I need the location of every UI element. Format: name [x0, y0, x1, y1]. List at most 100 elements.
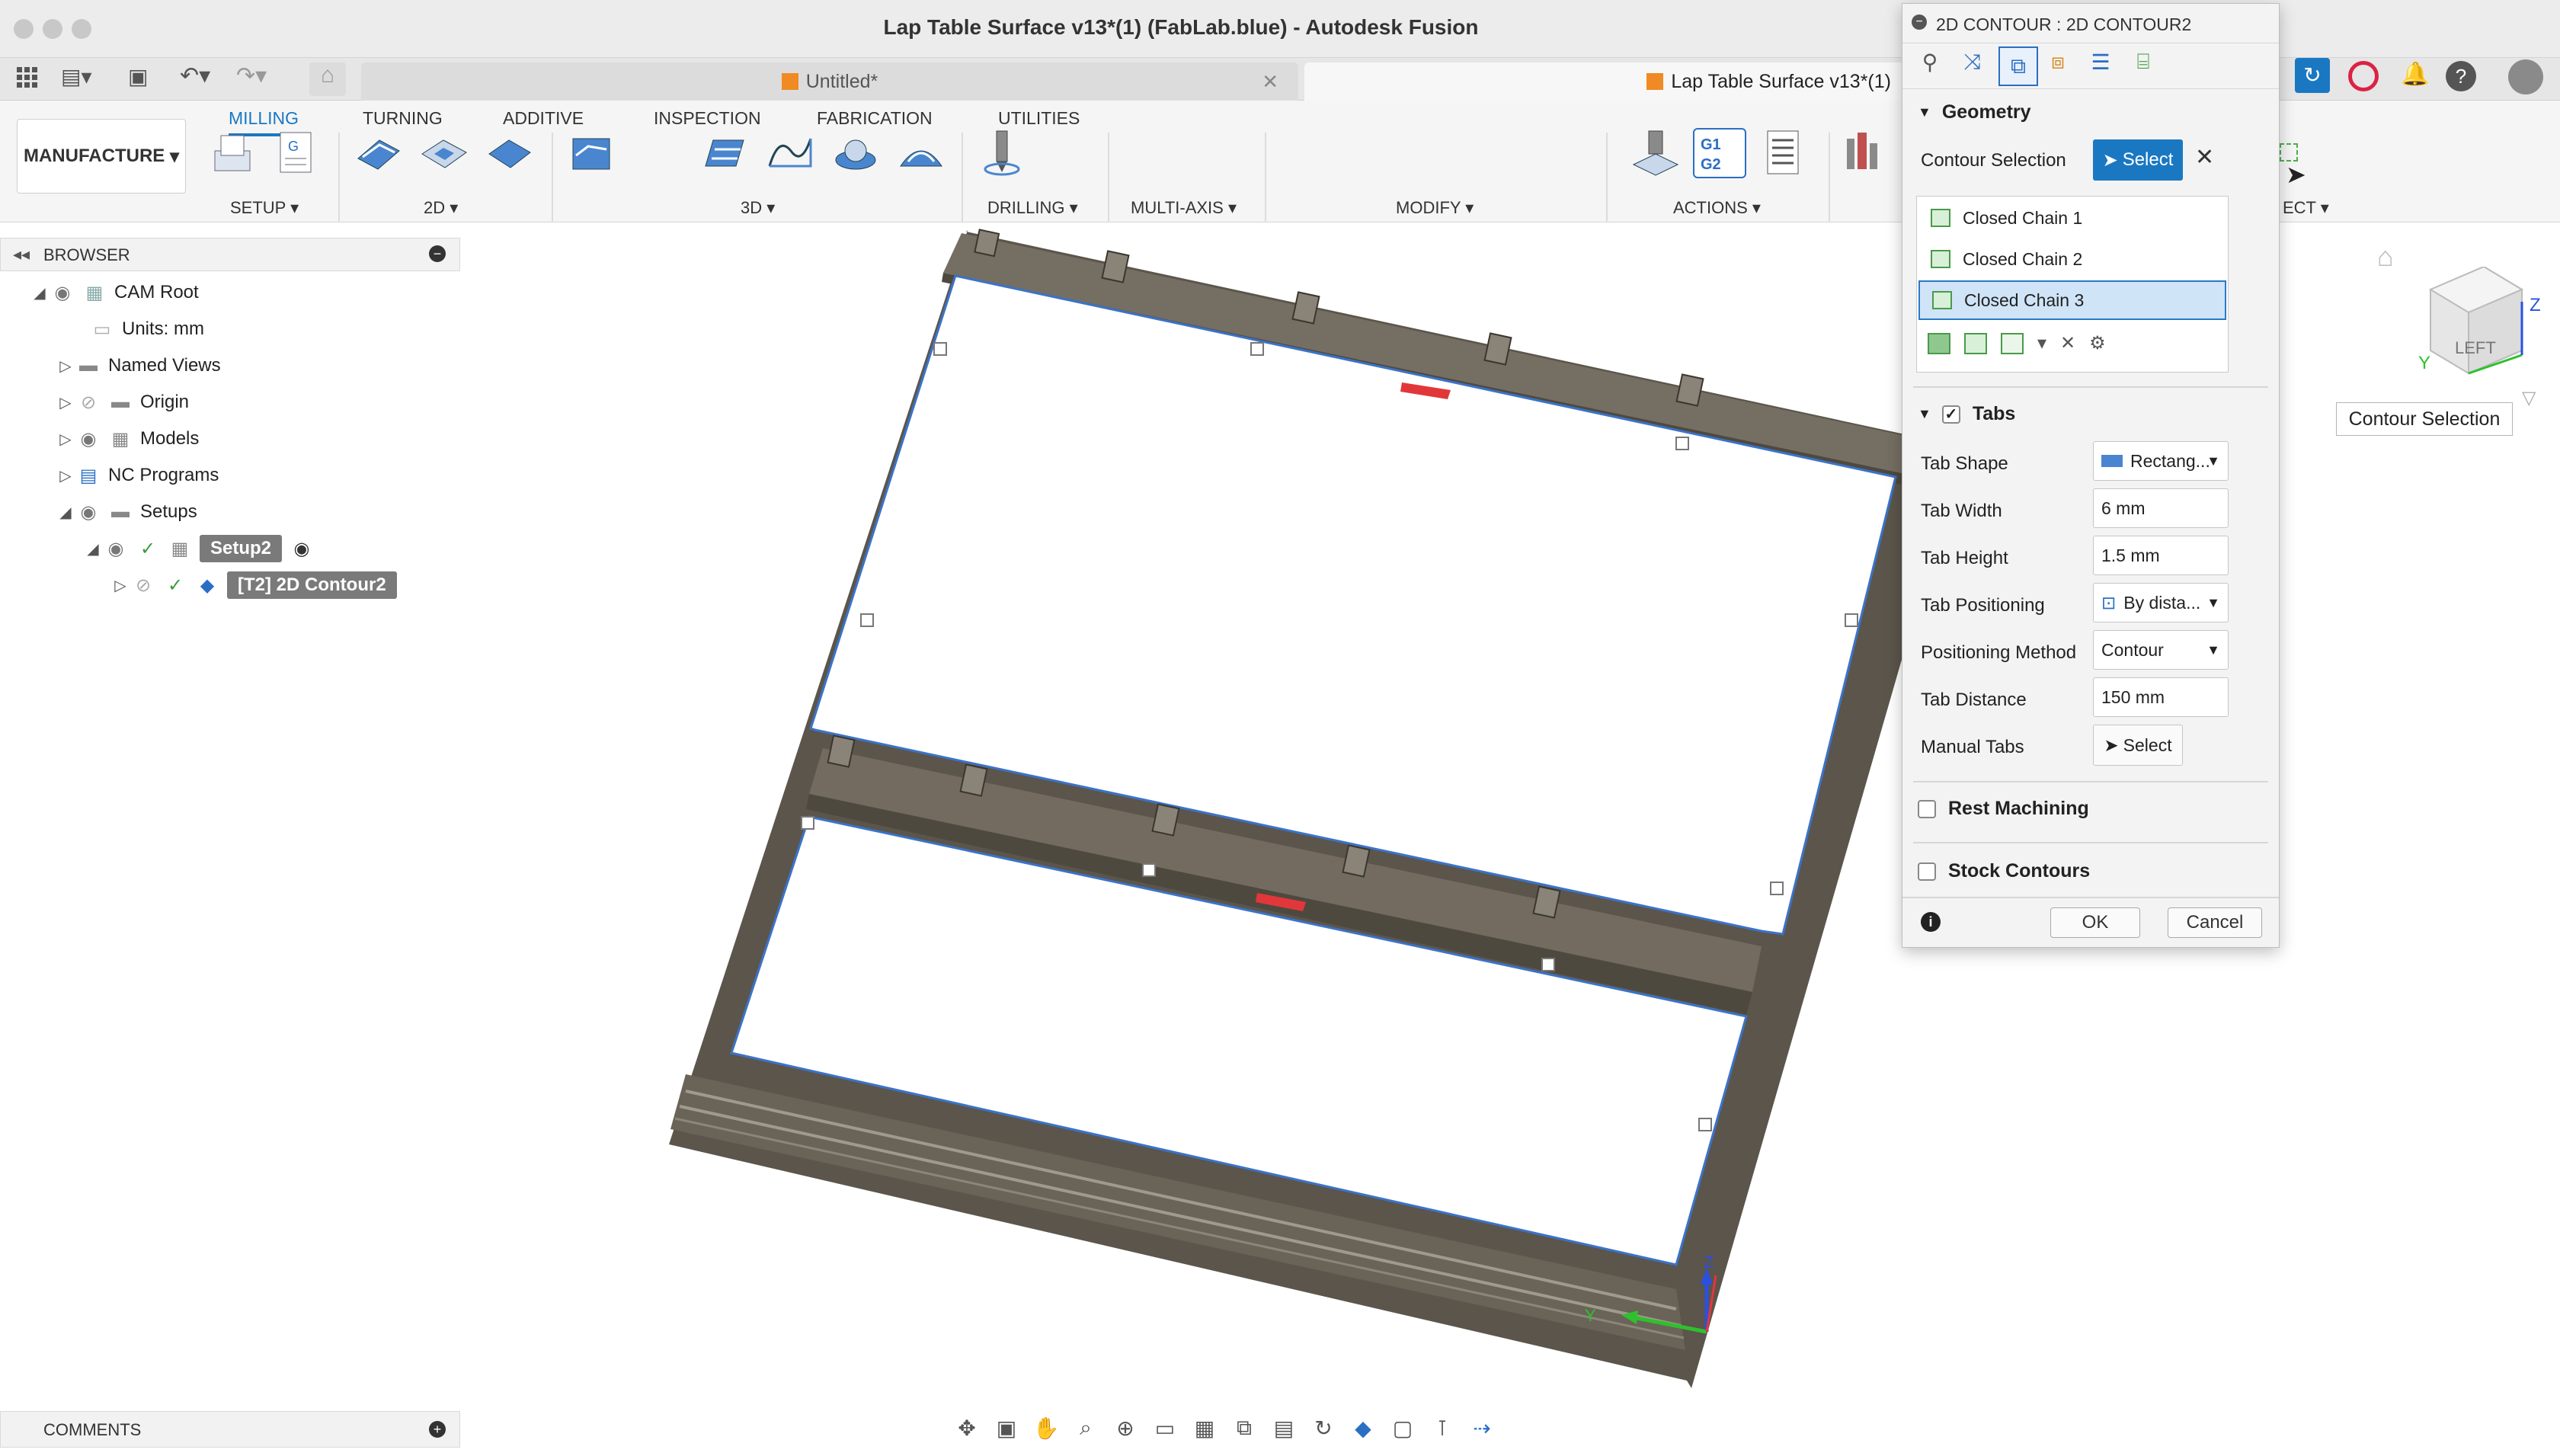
tab-utilities[interactable]: UTILITIES: [998, 108, 1080, 129]
display-settings-icon[interactable]: ▭: [1150, 1413, 1179, 1442]
rotate-icon[interactable]: ↻: [1309, 1413, 1338, 1442]
camera-icon[interactable]: ▢: [1388, 1413, 1417, 1442]
add-chain-icon[interactable]: [1928, 332, 1950, 354]
browser-header[interactable]: ◂◂ BROWSER −: [0, 238, 460, 271]
geometry-tab-active-icon[interactable]: ⧉: [1998, 46, 2038, 86]
add-silhouette-icon[interactable]: [1964, 332, 1987, 354]
heights-tab-icon[interactable]: ⧈: [2041, 50, 2075, 83]
group-2d[interactable]: 2D ▾: [424, 198, 458, 218]
maximize-window-button[interactable]: [72, 19, 91, 39]
tree-item-origin[interactable]: ▷ ⊘ ▬ Origin: [55, 387, 189, 418]
tabs-checkbox[interactable]: ✓: [1941, 405, 1960, 424]
file-menu-icon[interactable]: ▤▾: [61, 64, 104, 91]
comments-panel-header[interactable]: COMMENTS +: [0, 1411, 460, 1448]
3d-radial-icon[interactable]: [829, 128, 882, 178]
passes-tab-icon[interactable]: ☰: [2084, 50, 2117, 83]
minimize-window-button[interactable]: [43, 19, 62, 39]
tool-tab-icon[interactable]: ⚲: [1913, 50, 1947, 83]
tab-distance-field[interactable]: 150 mm: [2093, 677, 2229, 717]
geometry-section-header[interactable]: ▼ Geometry: [1918, 101, 2031, 123]
section-analysis-icon[interactable]: ▤: [1269, 1413, 1298, 1442]
comments-add-icon[interactable]: +: [429, 1421, 446, 1438]
tab-positioning-select[interactable]: ⊡ By dista... ▼: [2093, 583, 2229, 622]
3d-scallop-icon[interactable]: [894, 128, 948, 178]
tree-item-named-views[interactable]: ▷ ▬ Named Views: [55, 350, 220, 381]
group-3d[interactable]: 3D ▾: [741, 198, 775, 218]
grid-icon[interactable]: ▦: [1190, 1413, 1219, 1442]
nc-program-icon[interactable]: G: [270, 128, 323, 178]
clear-selection-icon[interactable]: ✕: [2195, 144, 2214, 171]
browser-options-icon[interactable]: −: [429, 245, 446, 262]
pan-icon[interactable]: ✋: [1032, 1413, 1061, 1442]
expand-arrow-icon[interactable]: ▷: [55, 393, 76, 412]
post-process-icon[interactable]: G1 G2: [1693, 128, 1746, 178]
job-status-icon[interactable]: [2348, 61, 2379, 91]
cancel-button[interactable]: Cancel: [2168, 907, 2262, 938]
2d-pocket-icon[interactable]: [418, 128, 471, 178]
info-icon[interactable]: i: [1921, 912, 1941, 932]
avatar[interactable]: [2508, 59, 2543, 94]
stock-contours-checkbox[interactable]: [1918, 862, 1936, 881]
list-item-chain-2[interactable]: Closed Chain 2: [1917, 241, 2228, 277]
tab-inspection[interactable]: INSPECTION: [654, 108, 761, 129]
tab-turning[interactable]: TURNING: [363, 108, 443, 129]
tool-display-icon[interactable]: ⊺: [1428, 1413, 1457, 1442]
rest-machining-checkbox[interactable]: [1918, 799, 1936, 818]
stock-contours-header[interactable]: Stock Contours: [1918, 860, 2090, 882]
group-multi-axis[interactable]: MULTI-AXIS ▾: [1131, 198, 1237, 218]
tree-item-setup2[interactable]: ◢ ◉ ✓ ▦ Setup2 ◉: [82, 533, 322, 564]
group-setup[interactable]: SETUP ▾: [230, 198, 299, 218]
tree-item-nc-programs[interactable]: ▷ ▤ NC Programs: [55, 460, 219, 491]
tab-shape-select[interactable]: Rectang... ▼: [2093, 441, 2229, 481]
expand-arrow-icon[interactable]: ▷: [55, 357, 76, 376]
tab-height-field[interactable]: 1.5 mm: [2093, 536, 2229, 575]
simulate-icon[interactable]: [1629, 128, 1682, 178]
tree-item-models[interactable]: ▷ ◉ ▦ Models: [55, 424, 199, 454]
look-at-icon[interactable]: ▣: [992, 1413, 1021, 1442]
orbit-icon[interactable]: ✥: [952, 1413, 981, 1442]
notifications-icon[interactable]: 🔔: [2400, 61, 2430, 91]
drill-icon[interactable]: [975, 128, 1029, 178]
positioning-method-select[interactable]: Contour ▼: [2093, 630, 2229, 670]
manage-tool-library-icon[interactable]: [1841, 128, 1894, 178]
viewports-icon[interactable]: ⧉: [1230, 1413, 1259, 1442]
chain-dropdown-icon[interactable]: ▾: [2037, 332, 2046, 354]
expand-arrow-icon[interactable]: ▷: [110, 576, 131, 595]
eye-hidden-icon[interactable]: ⊘: [131, 574, 155, 596]
eye-icon[interactable]: ◉: [76, 428, 101, 450]
save-icon[interactable]: ▣: [128, 64, 155, 91]
3d-parallel-icon[interactable]: [763, 128, 817, 178]
help-icon[interactable]: ?: [2446, 61, 2476, 91]
collapse-arrow-icon[interactable]: ◢: [55, 503, 76, 522]
tab-additive[interactable]: ADDITIVE: [503, 108, 584, 129]
app-grid-icon[interactable]: [14, 64, 41, 91]
add-pocket-icon[interactable]: [2001, 332, 2024, 354]
tab-untitled[interactable]: Untitled* ✕: [361, 62, 1298, 101]
2d-contour-icon[interactable]: [483, 128, 536, 178]
linking-tab-icon[interactable]: ⌸: [2126, 50, 2160, 83]
ok-button[interactable]: OK: [2050, 907, 2140, 938]
list-item-chain-3[interactable]: Closed Chain 3: [1918, 280, 2226, 320]
zoom-icon[interactable]: ⌕: [1071, 1413, 1100, 1442]
chain-settings-icon[interactable]: ⚙: [2089, 332, 2106, 354]
group-modify[interactable]: MODIFY ▾: [1396, 198, 1474, 218]
expand-arrow-icon[interactable]: ▷: [55, 466, 76, 485]
simulation-display-icon[interactable]: ⇢: [1467, 1413, 1496, 1442]
2d-adaptive-icon[interactable]: [352, 128, 405, 178]
group-drilling[interactable]: DRILLING ▾: [987, 198, 1078, 218]
collapse-browser-icon[interactable]: ◂◂: [13, 245, 30, 264]
close-window-button[interactable]: [14, 19, 34, 39]
eye-icon[interactable]: ◉: [104, 538, 128, 559]
tree-item-units[interactable]: ▭ Units: mm: [90, 314, 204, 344]
tree-item-2d-contour2[interactable]: ▷ ⊘ ✓ ◆ [T2] 2D Contour2: [110, 570, 397, 600]
contour-select-button[interactable]: ➤ Select: [2093, 139, 2183, 181]
tab-width-field[interactable]: 6 mm: [2093, 488, 2229, 528]
expand-arrow-icon[interactable]: ▷: [55, 430, 76, 449]
extensions-icon[interactable]: ↻: [2295, 58, 2330, 93]
workspace-switcher[interactable]: MANUFACTURE ▾: [17, 119, 186, 194]
collapse-arrow-icon[interactable]: ◢: [29, 283, 50, 302]
dialog-collapse-icon[interactable]: −: [1912, 14, 1927, 30]
viewcube-menu-icon[interactable]: ▽: [2522, 387, 2536, 409]
remove-chain-icon[interactable]: ✕: [2060, 332, 2075, 354]
close-tab-icon[interactable]: ✕: [1262, 70, 1278, 94]
